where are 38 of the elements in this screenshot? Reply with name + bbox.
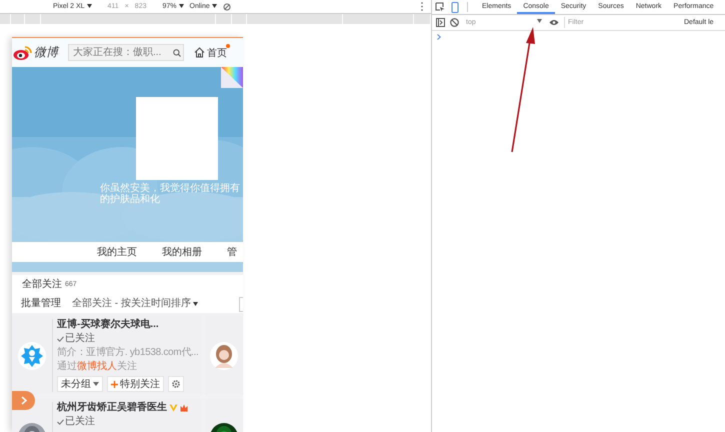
caret-icon <box>212 4 217 8</box>
follow-title: 全部关注 <box>22 278 62 291</box>
search-icon[interactable] <box>173 48 181 58</box>
settings-icon <box>172 380 180 388</box>
chevron-icon <box>20 396 26 405</box>
cover-caption: 你虽然安美，我觉得你值得拥有的护肤品和化 <box>100 183 240 205</box>
prompt-icon <box>437 34 441 40</box>
rainbow-corner-icon <box>221 67 243 88</box>
caret-icon <box>537 19 542 23</box>
user-intro: 简介：亚博官方. yb1538.com代... <box>57 347 198 359</box>
badge-avatar-icon <box>18 342 46 370</box>
group-dropdown[interactable]: 未分组 <box>57 376 103 392</box>
follow-status: 已关注 <box>65 333 95 345</box>
plus-icon <box>111 380 118 388</box>
caret-icon <box>178 4 184 8</box>
caret-icon <box>86 4 92 8</box>
batch-manage-link[interactable]: 批量管理 <box>21 296 61 310</box>
follow-status: 已关注 <box>65 416 95 428</box>
eye-icon[interactable] <box>549 19 559 26</box>
user-name[interactable]: 亚博-买球赛尔夫球电... <box>57 319 159 331</box>
caret-icon <box>192 302 198 306</box>
home-icon[interactable] <box>194 47 205 58</box>
nav-link[interactable]: 我的相册 <box>162 245 202 259</box>
device-icon[interactable] <box>451 2 459 12</box>
settings-button[interactable] <box>168 376 184 392</box>
nav-link[interactable]: 管 <box>227 245 237 259</box>
nav-link[interactable]: 我的主页 <box>97 245 137 259</box>
sidebar-toggle-icon[interactable] <box>436 18 445 27</box>
caret-icon <box>93 382 99 386</box>
rotate-icon[interactable] <box>222 2 231 10</box>
home-link[interactable]: 首页 <box>207 46 227 60</box>
follow-source: 通过微博找人关注 <box>57 361 138 373</box>
user-name[interactable]: 杭州牙齿矫正吴碧香医生 <box>57 402 167 414</box>
logo-text: 微博 <box>34 44 58 61</box>
clear-icon[interactable] <box>450 18 459 27</box>
sort-dropdown[interactable]: 全部关注 - 按关注时间排序 <box>72 296 198 310</box>
inspect-icon[interactable] <box>435 2 445 12</box>
special-follow-button[interactable]: 特别关注 <box>107 376 164 392</box>
